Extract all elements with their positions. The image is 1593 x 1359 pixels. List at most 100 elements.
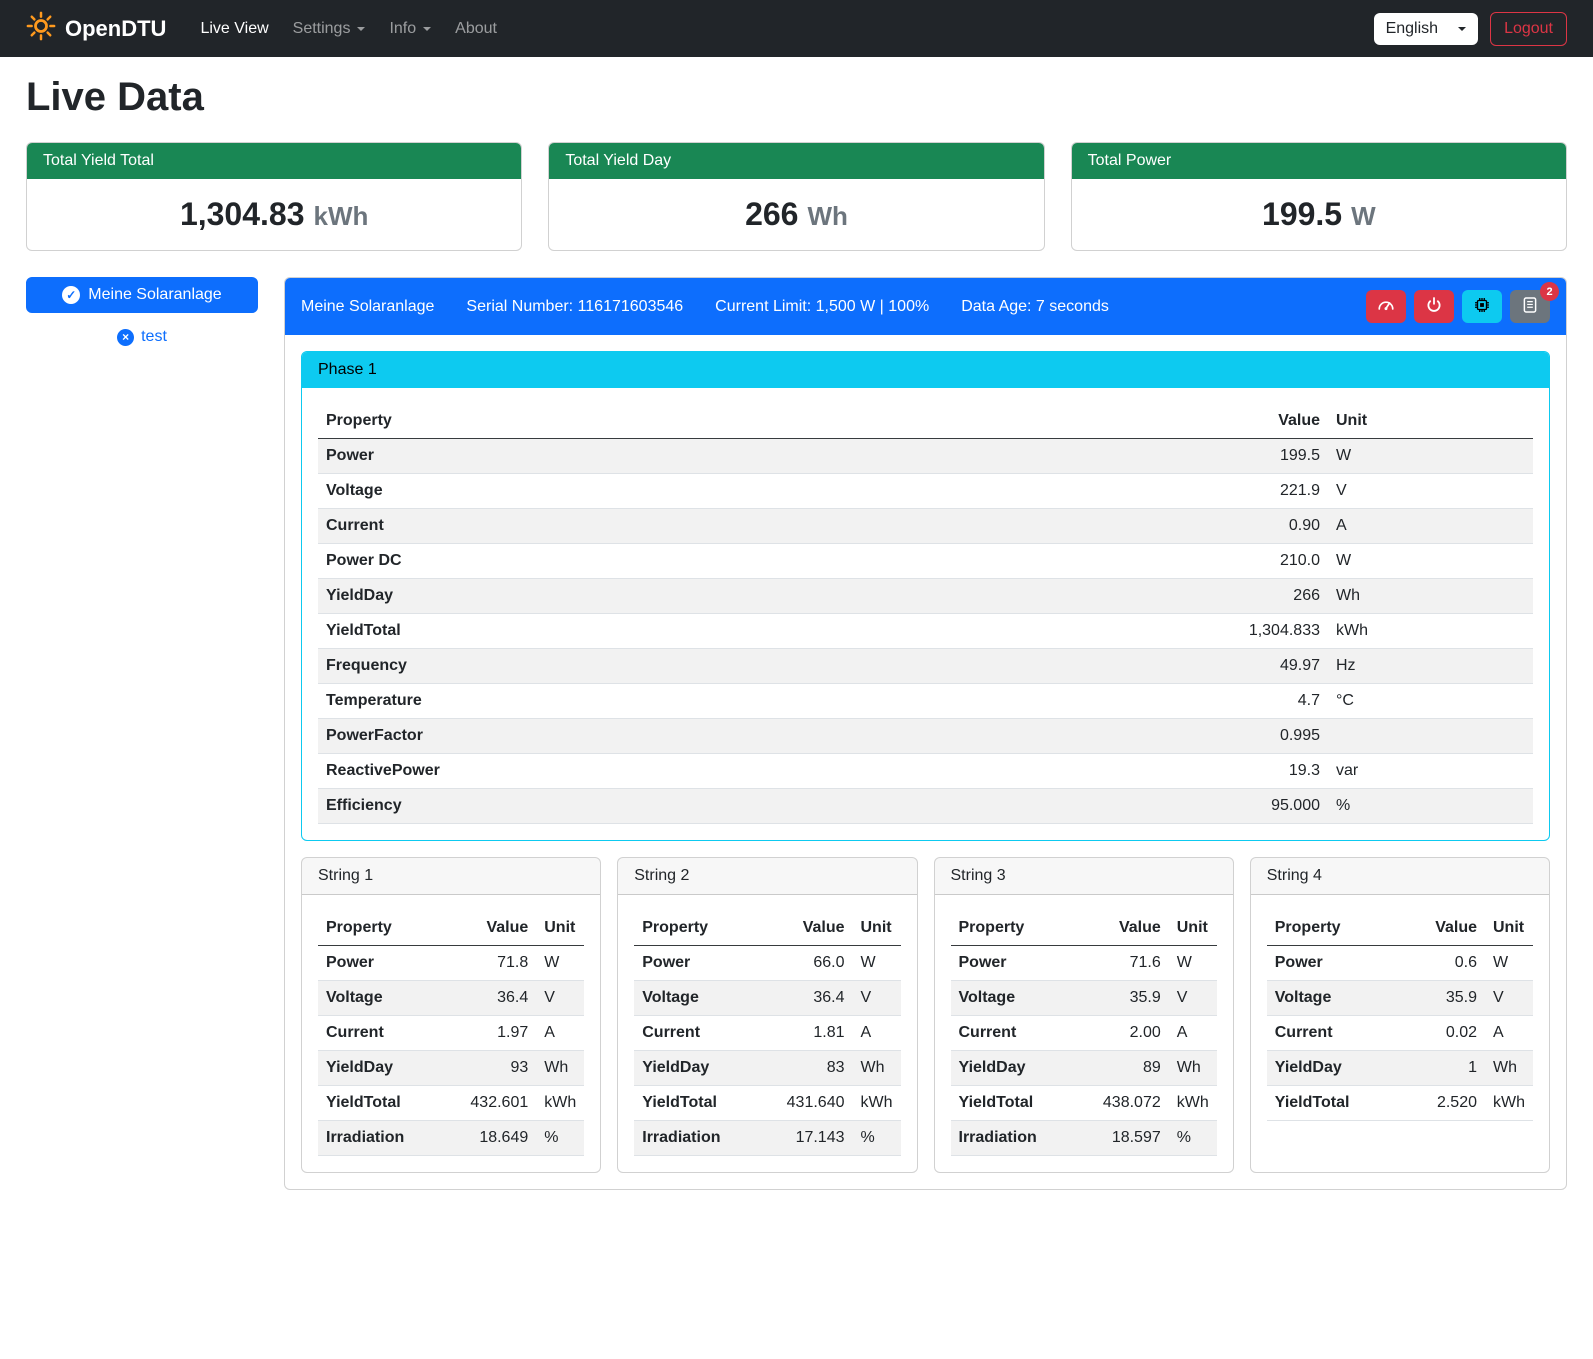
- table-row: Current 0.02 A: [1267, 1016, 1533, 1051]
- table-header-row: Property Value Unit: [318, 404, 1533, 439]
- chevron-down-icon: [1458, 27, 1466, 31]
- nav-about[interactable]: About: [443, 12, 509, 46]
- property-name: Voltage: [1267, 981, 1405, 1016]
- device-info-button[interactable]: [1462, 290, 1502, 323]
- property-name: Power DC: [318, 544, 1198, 579]
- brand-link[interactable]: OpenDTU: [26, 11, 166, 46]
- string-card: String 3 Property Value Unit: [934, 857, 1234, 1173]
- property-value: 1,304.833: [1198, 614, 1328, 649]
- col-unit: Unit: [1485, 911, 1533, 946]
- property-unit: %: [853, 1121, 901, 1156]
- property-unit: Wh: [1169, 1051, 1217, 1086]
- property-name: YieldTotal: [634, 1086, 772, 1121]
- string-card: String 2 Property Value Unit: [617, 857, 917, 1173]
- table-row: Current 1.97 A: [318, 1016, 584, 1051]
- col-unit: Unit: [536, 911, 584, 946]
- property-unit: V: [853, 981, 901, 1016]
- property-unit: kWh: [853, 1086, 901, 1121]
- property-unit: W: [1328, 544, 1533, 579]
- inverter-button-label: Meine Solaranlage: [88, 286, 221, 304]
- string-title: String 1: [302, 858, 600, 895]
- property-name: Voltage: [318, 981, 456, 1016]
- property-value: 221.9: [1198, 474, 1328, 509]
- inverter-actions: 2: [1366, 290, 1550, 323]
- table-row: Current 1.81 A: [634, 1016, 900, 1051]
- inverter-item-label: test: [141, 328, 167, 346]
- check-circle-icon: ✓: [62, 286, 80, 304]
- string-card: String 1 Property Value Unit: [301, 857, 601, 1173]
- property-value: 19.3: [1198, 754, 1328, 789]
- summary-card-body: 266Wh: [549, 179, 1043, 250]
- summary-unit: Wh: [807, 201, 847, 231]
- table-row: Voltage 35.9 V: [951, 981, 1217, 1016]
- phase-card: Phase 1 Property Value Unit: [301, 351, 1550, 841]
- property-name: PowerFactor: [318, 719, 1198, 754]
- property-name: Voltage: [318, 474, 1198, 509]
- summary-card-body: 199.5W: [1072, 179, 1566, 250]
- col-property: Property: [318, 404, 1198, 439]
- string-title: String 3: [935, 858, 1233, 895]
- property-value: 0.6: [1405, 946, 1485, 981]
- event-log-button[interactable]: 2: [1510, 290, 1550, 323]
- journal-icon: [1521, 296, 1539, 317]
- col-property: Property: [634, 911, 772, 946]
- property-value: 431.640: [773, 1086, 853, 1121]
- table-row: Irradiation 18.597 %: [951, 1121, 1217, 1156]
- table-row: YieldDay 89 Wh: [951, 1051, 1217, 1086]
- nav-info[interactable]: Info: [377, 12, 443, 46]
- nav-links: Live View Settings Info About: [188, 12, 509, 46]
- event-count-badge: 2: [1540, 282, 1559, 301]
- table-row: YieldTotal 438.072 kWh: [951, 1086, 1217, 1121]
- string-table: Property Value Unit Power: [951, 911, 1217, 1156]
- nav-live-view[interactable]: Live View: [188, 12, 280, 46]
- property-unit: V: [536, 981, 584, 1016]
- inverter-select-button[interactable]: ✓ Meine Solaranlage: [26, 277, 258, 313]
- property-unit: [1328, 719, 1533, 754]
- power-button[interactable]: [1414, 290, 1454, 323]
- property-unit: kWh: [1169, 1086, 1217, 1121]
- property-value: 199.5: [1198, 439, 1328, 474]
- table-row: Current 2.00 A: [951, 1016, 1217, 1051]
- table-row: Efficiency 95.000 %: [318, 789, 1533, 824]
- property-name: YieldDay: [318, 1051, 456, 1086]
- table-row: YieldDay 1 Wh: [1267, 1051, 1533, 1086]
- property-unit: A: [853, 1016, 901, 1051]
- table-row: Voltage 221.9 V: [318, 474, 1533, 509]
- table-row: Voltage 35.9 V: [1267, 981, 1533, 1016]
- property-value: 4.7: [1198, 684, 1328, 719]
- summary-cards: Total Yield Total 1,304.83kWh Total Yiel…: [26, 142, 1567, 251]
- table-row: YieldTotal 2.520 kWh: [1267, 1086, 1533, 1121]
- table-row: YieldDay 93 Wh: [318, 1051, 584, 1086]
- property-unit: W: [853, 946, 901, 981]
- property-unit: kWh: [536, 1086, 584, 1121]
- nav-info-label: Info: [389, 20, 416, 38]
- property-value: 17.143: [773, 1121, 853, 1156]
- property-unit: V: [1485, 981, 1533, 1016]
- string-table: Property Value Unit Power: [634, 911, 900, 1156]
- summary-card-title: Total Yield Day: [549, 143, 1043, 179]
- property-unit: %: [536, 1121, 584, 1156]
- nav-settings[interactable]: Settings: [281, 12, 378, 46]
- table-header-row: Property Value Unit: [634, 911, 900, 946]
- property-unit: V: [1328, 474, 1533, 509]
- language-value: English: [1386, 20, 1438, 38]
- property-value: 35.9: [1405, 981, 1485, 1016]
- page-container: Live Data Total Yield Total 1,304.83kWh …: [0, 75, 1593, 1216]
- logout-button[interactable]: Logout: [1490, 12, 1567, 46]
- table-row: Power 66.0 W: [634, 946, 900, 981]
- col-value: Value: [1198, 404, 1328, 439]
- col-unit: Unit: [1328, 404, 1533, 439]
- table-row: Power DC 210.0 W: [318, 544, 1533, 579]
- inverter-item-test[interactable]: × test: [26, 328, 258, 346]
- current-limit: Current Limit: 1,500 W | 100%: [715, 298, 929, 316]
- page-title: Live Data: [26, 75, 1567, 120]
- property-name: Current: [951, 1016, 1089, 1051]
- chevron-down-icon: [423, 27, 431, 31]
- property-unit: Wh: [853, 1051, 901, 1086]
- table-row: Irradiation 17.143 %: [634, 1121, 900, 1156]
- language-select[interactable]: English: [1374, 13, 1478, 45]
- limit-settings-button[interactable]: [1366, 290, 1406, 323]
- property-name: Irradiation: [634, 1121, 772, 1156]
- sun-logo-icon: [26, 11, 56, 46]
- string-title: String 2: [618, 858, 916, 895]
